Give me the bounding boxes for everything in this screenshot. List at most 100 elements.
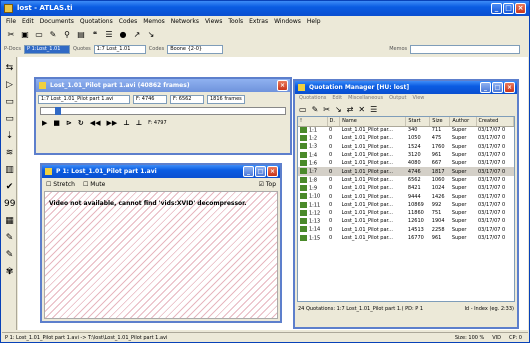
maximize-icon[interactable]: □ [503, 3, 514, 14]
print-icon[interactable]: ▭ [34, 30, 44, 40]
link-icon[interactable]: ↗ [132, 30, 142, 40]
mark-icon[interactable]: ⊥ [123, 119, 129, 127]
tool-12-icon[interactable]: ✎ [4, 250, 15, 261]
tool-1-icon[interactable]: ⇆ [4, 63, 15, 74]
menu-documents[interactable]: Documents [40, 17, 74, 27]
cell-text: 0 [329, 160, 333, 167]
maximize-icon[interactable]: □ [492, 82, 503, 93]
menu-list-icon[interactable]: ☰ [370, 105, 377, 114]
menu-memos[interactable]: Memos [143, 17, 165, 27]
menu-quotations[interactable]: Quotations [80, 17, 113, 27]
list-icon[interactable]: ☰ [104, 30, 114, 40]
table-row[interactable]: 1:1 0 Lost_1.01_Pilot par... 340 711 Super 03/… [298, 126, 514, 134]
col-header-density[interactable]: D. [327, 117, 341, 127]
tool-11-icon[interactable]: ✎ [4, 233, 15, 244]
table-cell: 8421 [406, 184, 430, 192]
cell-text: 1060 [431, 176, 445, 183]
doc-icon[interactable]: ▤ [76, 30, 86, 40]
loop-icon[interactable]: ↻ [78, 119, 84, 127]
table-row[interactable]: 1:7 0 Lost_1.01_Pilot par... 4746 1817 Super 0… [298, 167, 514, 176]
close-icon[interactable]: × [515, 3, 526, 14]
pdocs-dropdown[interactable]: P 1:Lost_1.01 [23, 44, 70, 54]
table-row[interactable]: 1:15 0 Lost_1.01_Pilot par... 16770 961 Super… [298, 234, 514, 242]
menu-windows[interactable]: Windows [274, 17, 301, 27]
col-header-start[interactable]: Start [405, 117, 431, 127]
code-icon[interactable]: ↘ [335, 105, 342, 114]
code-icon[interactable]: ✎ [48, 30, 58, 40]
col-header-id[interactable]: ! [298, 117, 328, 127]
tool-10-icon[interactable]: ▦ [4, 216, 15, 227]
top-checkbox[interactable]: ☑ Top [259, 181, 276, 188]
tool-6-icon[interactable]: ≋ [4, 148, 15, 159]
table-row[interactable]: 1:2 0 Lost_1.01_Pilot par... 1050 475 Super 03… [298, 134, 514, 142]
stop-icon[interactable]: ■ [53, 119, 60, 127]
close-icon[interactable]: × [504, 82, 515, 93]
timeline-slider[interactable] [40, 107, 286, 115]
delete-icon[interactable]: ✕ [358, 105, 365, 114]
tool-7-icon[interactable]: ▥ [4, 165, 15, 176]
menu-file[interactable]: File [6, 17, 16, 27]
table-row[interactable]: 1:8 0 Lost_1.01_Pilot par... 6562 1060 Super 0… [298, 176, 514, 184]
tool-9-icon[interactable]: 99 [4, 199, 15, 210]
mute-checkbox[interactable]: ☐ Mute [83, 181, 105, 188]
menu-extras[interactable]: Extras [249, 17, 268, 27]
table-row[interactable]: 1:10 0 Lost_1.01_Pilot par... 9444 1426 Super… [298, 192, 514, 200]
table-row[interactable]: 1:4 0 Lost_1.01_Pilot par... 3120 961 Super 03… [298, 151, 514, 159]
network-icon[interactable]: ● [118, 30, 128, 40]
mark2-icon[interactable]: ⊥ [136, 119, 142, 127]
qm-menu-view[interactable]: View [413, 95, 425, 101]
step-icon[interactable]: ⊳ [66, 119, 72, 127]
tool-2-icon[interactable]: ▷ [4, 80, 15, 91]
qm-menu-misc[interactable]: Miscellaneous [348, 95, 383, 101]
close-icon[interactable]: × [277, 80, 288, 91]
open-icon[interactable]: ▭ [299, 105, 307, 114]
new-icon[interactable]: ✎ [312, 105, 319, 114]
quote-icon[interactable]: ❝ [90, 30, 100, 40]
menu-views[interactable]: Views [205, 17, 222, 27]
tool-5-icon[interactable]: ⇣ [4, 131, 15, 142]
col-header-name[interactable]: Name [339, 117, 407, 127]
table-row[interactable]: 1:6 0 Lost_1.01_Pilot par... 4080 667 Super 03… [298, 159, 514, 167]
col-header-created[interactable]: Created [476, 117, 514, 127]
table-row[interactable]: 1:13 0 Lost_1.01_Pilot par... 12610 1904 Supe… [298, 217, 514, 225]
codes-dropdown[interactable]: Boone {2-0} [167, 44, 224, 54]
menu-help[interactable]: Help [307, 17, 321, 27]
timeline-thumb[interactable] [55, 107, 61, 115]
cut-icon[interactable]: ✂ [6, 30, 16, 40]
menu-codes[interactable]: Codes [119, 17, 138, 27]
menu-tools[interactable]: Tools [228, 17, 243, 27]
menu-edit[interactable]: Edit [22, 17, 34, 27]
search-icon[interactable]: ⚲ [62, 30, 72, 40]
rewind-icon[interactable]: ◀◀ [90, 119, 101, 127]
memos-dropdown[interactable] [410, 44, 521, 54]
link-icon[interactable]: ⇄ [347, 105, 354, 114]
table-row[interactable]: 1:12 0 Lost_1.01_Pilot par... 11860 751 Super… [298, 209, 514, 217]
table-row[interactable]: 1:3 0 Lost_1.01_Pilot par... 1524 1760 Super 0… [298, 143, 514, 151]
table-row[interactable]: 1:14 0 Lost_1.01_Pilot par... 14513 2258 Supe… [298, 226, 514, 234]
qm-menu-quotations[interactable]: Quotations [299, 95, 326, 101]
qm-menu-edit[interactable]: Edit [332, 95, 342, 101]
table-row[interactable]: 1:9 0 Lost_1.01_Pilot par... 8421 1024 Super 0… [298, 184, 514, 192]
close-icon[interactable]: × [267, 166, 278, 177]
arrow-icon[interactable]: ↘ [146, 30, 156, 40]
col-header-size[interactable]: Size [429, 117, 451, 127]
tool-8-icon[interactable]: ✔ [4, 182, 15, 193]
minimize-icon[interactable]: _ [491, 3, 502, 14]
qm-menu-output[interactable]: Output [389, 95, 406, 101]
quotes-dropdown[interactable]: 1:7 Lost_1.01 [93, 44, 146, 54]
forward-icon[interactable]: ▶▶ [107, 119, 118, 127]
menu-networks[interactable]: Networks [171, 17, 199, 27]
play-icon[interactable]: ▶ [42, 119, 47, 127]
save-icon[interactable]: ▣ [20, 30, 30, 40]
tool-4-icon[interactable]: ▭ [4, 114, 15, 125]
tool-13-icon[interactable]: ✾ [4, 267, 15, 278]
maximize-icon[interactable]: □ [255, 166, 266, 177]
table-row[interactable]: 1:11 0 Lost_1.01_Pilot par... 10869 992 Super… [298, 201, 514, 209]
minimize-icon[interactable]: _ [243, 166, 254, 177]
cell-text: 4746 [407, 168, 421, 175]
cut-icon[interactable]: ✂ [323, 105, 330, 114]
tool-3-icon[interactable]: ▭ [4, 97, 15, 108]
stretch-checkbox[interactable]: ☐ Stretch [46, 181, 75, 188]
col-header-author[interactable]: Author [449, 117, 477, 127]
minimize-icon[interactable]: _ [480, 82, 491, 93]
